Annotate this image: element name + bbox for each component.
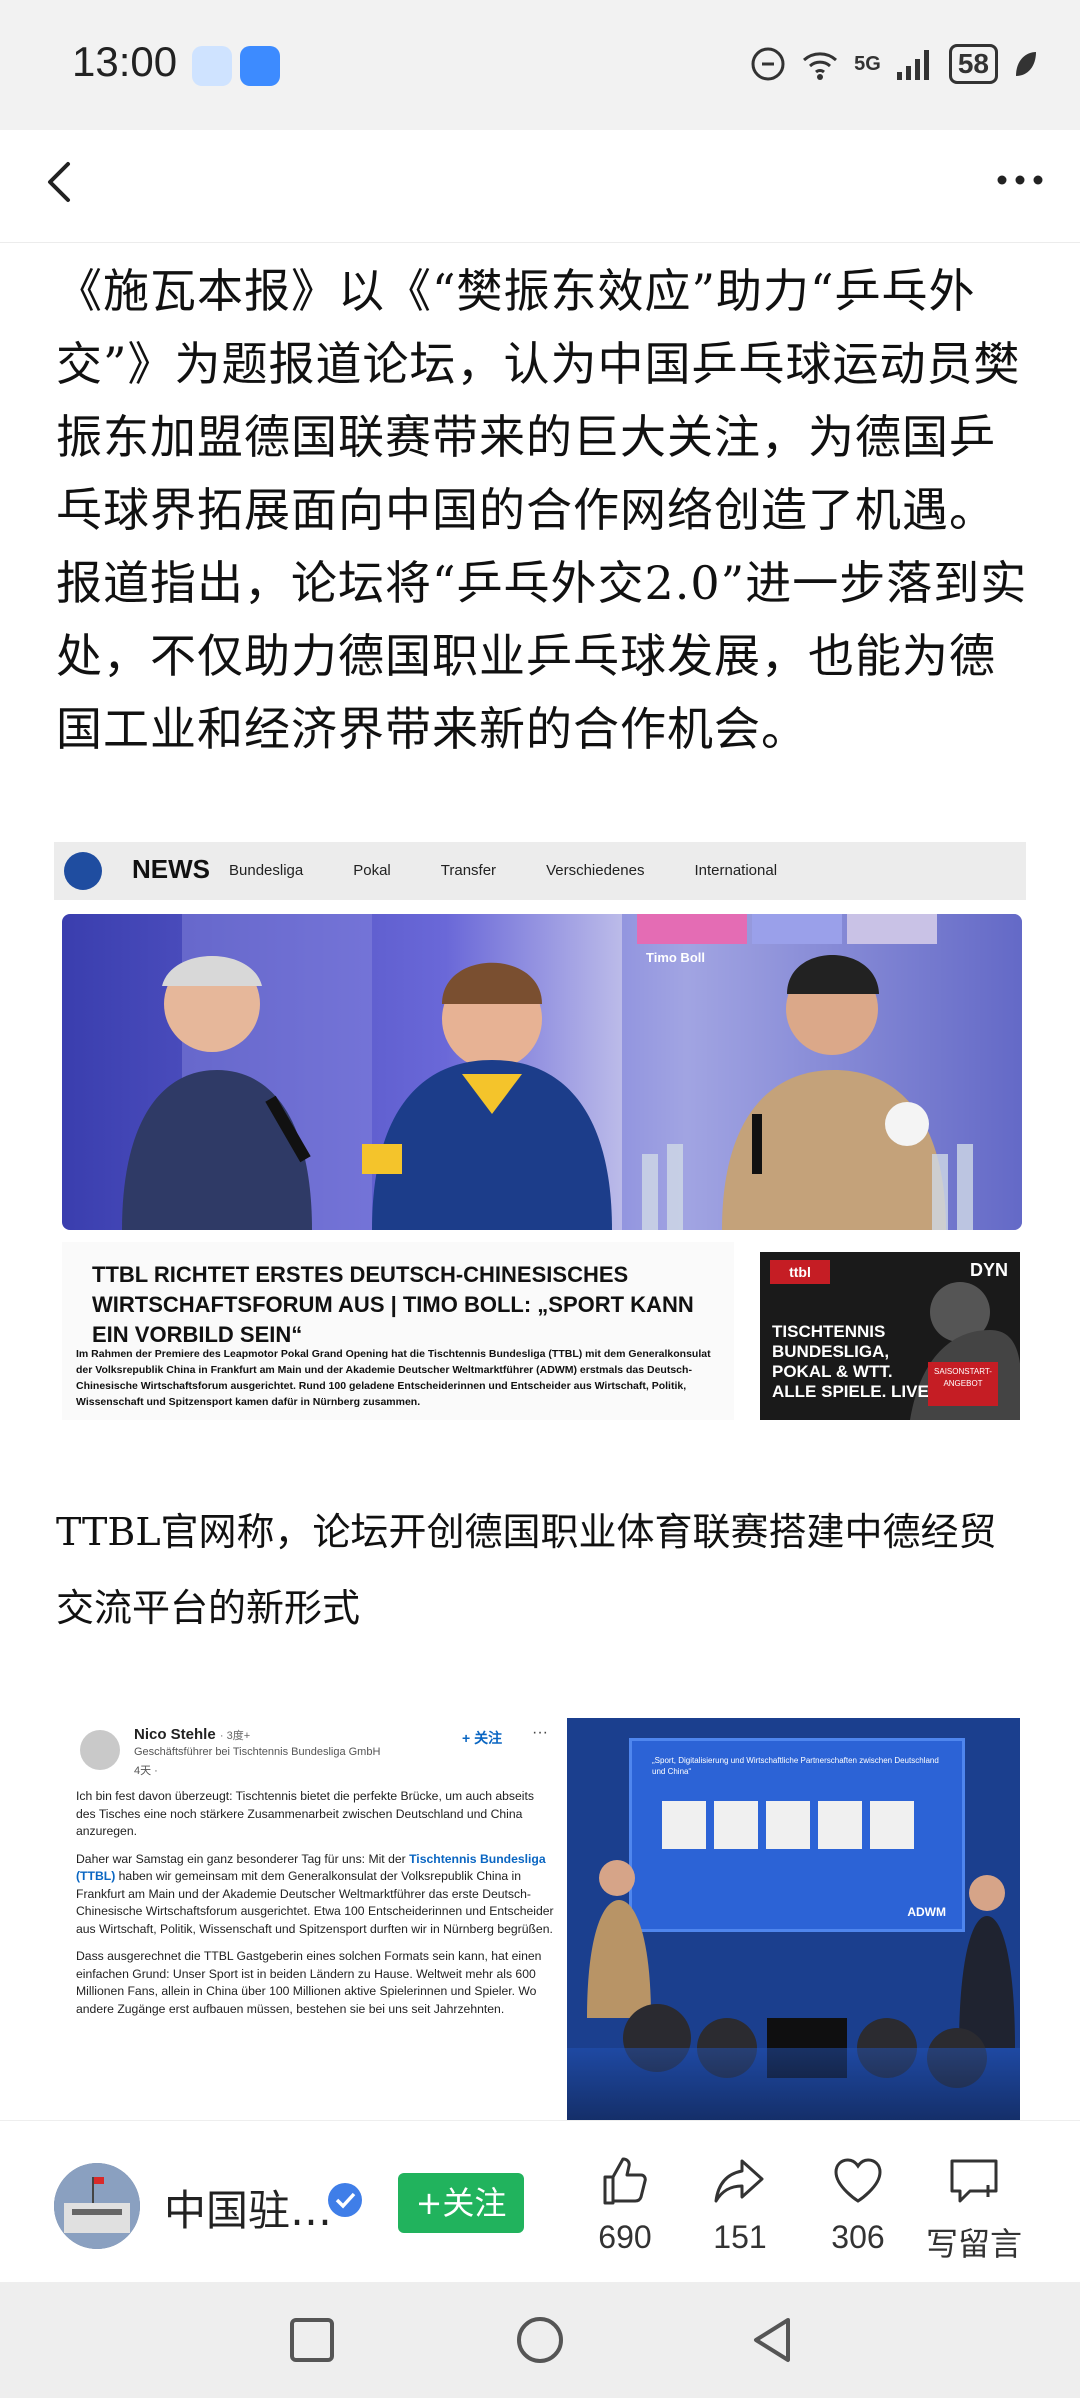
- ad-badge: SAISONSTART-ANGEBOT: [928, 1362, 998, 1406]
- post-follow-link: + 关注: [462, 1730, 503, 1746]
- post-author: Nico Stehle · 3度+: [134, 1726, 251, 1743]
- forum-photo: Timo Boll: [62, 914, 1022, 1230]
- post-more-icon: ···: [532, 1724, 548, 1741]
- ttbl-logo: [64, 852, 102, 890]
- recent-apps-icon[interactable]: [284, 2312, 340, 2368]
- post-paragraph: Daher war Samstag ein ganz besonderer Ta…: [76, 1851, 554, 1936]
- battery-level: 58: [948, 44, 998, 84]
- status-bar: 13:00 5G 58: [0, 0, 1080, 130]
- news-headline-box: TTBL RICHTET ERSTES DEUTSCH-CHINESISCHES…: [62, 1242, 734, 1420]
- more-icon[interactable]: [990, 160, 1050, 200]
- favorite-count: 306: [831, 2219, 885, 2255]
- verified-badge-icon: [328, 2183, 362, 2217]
- status-time: 13:00: [72, 38, 178, 85]
- article-image-linkedin-post[interactable]: Nico Stehle · 3度+ Geschäftsführer bei Ti…: [62, 1718, 1020, 2120]
- account-avatar[interactable]: [54, 2163, 140, 2249]
- bottom-action-bar: 中国驻… +关注 690 151 306 写留言: [0, 2120, 1080, 2281]
- heart-icon: [834, 2158, 882, 2203]
- avatar: [80, 1730, 120, 1770]
- forum-stage-photo: „Sport, Digitalisierung und Wirtschaftli…: [567, 1718, 1020, 2120]
- share-button[interactable]: 151: [690, 2151, 790, 2256]
- weather-icon: [240, 46, 280, 86]
- follow-button[interactable]: +关注: [398, 2173, 524, 2233]
- post-body: Ich bin fest davon überzeugt: Tischtenni…: [76, 1788, 556, 2028]
- news-nav-item: Verschiedenes: [546, 862, 645, 879]
- account-name[interactable]: 中国驻…: [164, 2177, 332, 2238]
- news-label: NEWS: [132, 854, 210, 884]
- comment-icon: [950, 2159, 998, 2203]
- home-icon[interactable]: [512, 2312, 568, 2368]
- news-nav-item: Pokal: [353, 862, 391, 879]
- article-paragraph: 《施瓦本报》以《“樊振东效应”助力“乒乓外交”》为题报道论坛，认为中国乒乓球运动…: [56, 264, 1028, 756]
- top-navigation: [0, 130, 1080, 243]
- news-summary: Im Rahmen der Premiere des Leapmotor Pok…: [76, 1348, 711, 1408]
- app-notification-icon: [192, 46, 232, 86]
- like-count: 690: [598, 2219, 652, 2255]
- back-nav-icon[interactable]: [744, 2312, 800, 2368]
- thumbs-up-icon: [603, 2157, 647, 2205]
- article-paragraph: TTBL官网称，论坛开创德国职业体育联赛搭建中德经贸交流平台的新形式: [56, 1510, 997, 1630]
- news-nav: Bundesliga Pokal Transfer Verschiedenes …: [229, 862, 777, 879]
- leaf-icon: [1016, 52, 1036, 76]
- news-nav-item: Bundesliga: [229, 862, 304, 879]
- news-headline: TTBL RICHTET ERSTES DEUTSCH-CHINESISCHES…: [92, 1262, 694, 1347]
- ad-text: TISCHTENNIS BUNDESLIGA, POKAL & WTT. ALL…: [772, 1322, 929, 1401]
- network-type: 5G: [854, 52, 881, 75]
- post-time: 4天 ·: [134, 1765, 158, 1777]
- post-paragraph: Ich bin fest davon überzeugt: Tischtenni…: [76, 1789, 534, 1838]
- favorite-button[interactable]: 306: [808, 2151, 908, 2256]
- stage-floor: [567, 2048, 1020, 2120]
- back-icon[interactable]: [30, 152, 90, 212]
- forum-photo-scene: Timo Boll: [122, 914, 1022, 1230]
- news-nav-item: International: [694, 862, 778, 879]
- post-paragraph: Dass ausgerechnet die TTBL Gastgeberin e…: [76, 1949, 542, 2016]
- news-nav-item: Transfer: [440, 862, 497, 879]
- account-avatar-image: [54, 2163, 140, 2249]
- comment-label: 写留言: [925, 2226, 1022, 2262]
- post-author-role: Geschäftsführer bei Tischtennis Bundesli…: [134, 1746, 381, 1758]
- stage-name-label: Timo Boll: [646, 950, 705, 965]
- wifi-icon: [803, 52, 838, 80]
- share-icon: [714, 2159, 764, 2203]
- linkedin-post-card: Nico Stehle · 3度+ Geschäftsführer bei Ti…: [62, 1718, 562, 2120]
- share-count: 151: [713, 2219, 767, 2255]
- dyn-advertisement: ttbl DYN TISCHTENNIS BUNDESLIGA, POKAL &…: [760, 1252, 1020, 1420]
- article-image-ttbl-news[interactable]: NEWS Bundesliga Pokal Transfer Verschied…: [54, 842, 1026, 1420]
- data-usage-icon: [751, 47, 785, 81]
- like-button[interactable]: 690: [575, 2151, 675, 2256]
- signal-icon: [896, 50, 929, 80]
- status-indicators: 5G 58: [750, 44, 1040, 84]
- system-nav-bar: [0, 2282, 1080, 2398]
- comment-button[interactable]: 写留言: [924, 2151, 1024, 2265]
- news-header-bar: NEWS Bundesliga Pokal Transfer Verschied…: [54, 842, 1026, 900]
